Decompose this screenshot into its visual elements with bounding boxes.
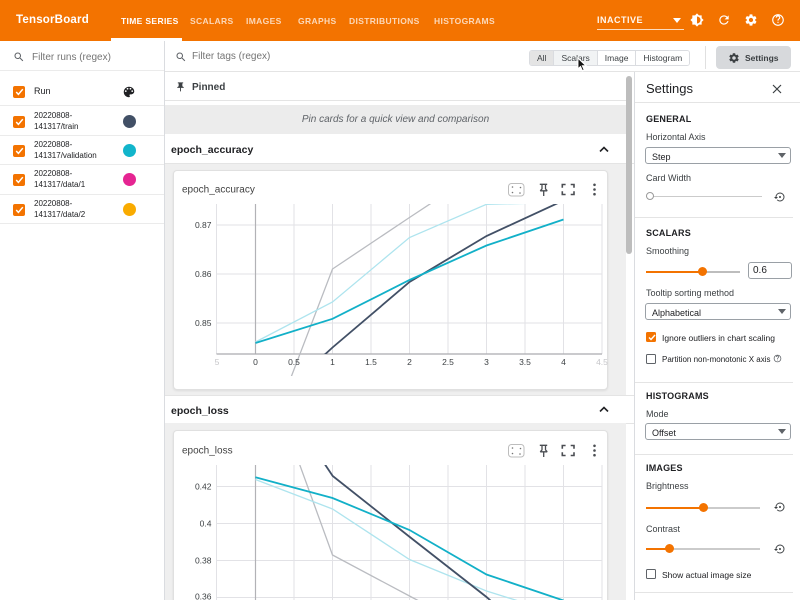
svg-text:2.5: 2.5	[442, 357, 454, 367]
svg-text:0.5: 0.5	[288, 357, 300, 367]
svg-text:3: 3	[484, 357, 489, 367]
svg-text:0.87: 0.87	[195, 220, 212, 230]
svg-text:2: 2	[407, 357, 412, 367]
svg-text:3.5: 3.5	[519, 357, 531, 367]
svg-text:epoch_accuracy: epoch_accuracy	[182, 185, 255, 196]
svg-text:1.5: 1.5	[365, 357, 377, 367]
svg-text:epoch_loss: epoch_loss	[182, 446, 233, 457]
svg-text:0.85: 0.85	[195, 318, 212, 328]
svg-text:0.86: 0.86	[195, 269, 212, 279]
svg-text:4: 4	[561, 357, 566, 367]
svg-text:4.5: 4.5	[596, 357, 608, 367]
svg-text:0.42: 0.42	[195, 482, 212, 492]
svg-text:1: 1	[330, 357, 335, 367]
svg-text:0.4: 0.4	[200, 519, 212, 529]
svg-text:0: 0	[253, 357, 258, 367]
svg-text:5: 5	[215, 357, 220, 367]
svg-text:0.36: 0.36	[195, 592, 212, 600]
svg-text:0.38: 0.38	[195, 556, 212, 566]
